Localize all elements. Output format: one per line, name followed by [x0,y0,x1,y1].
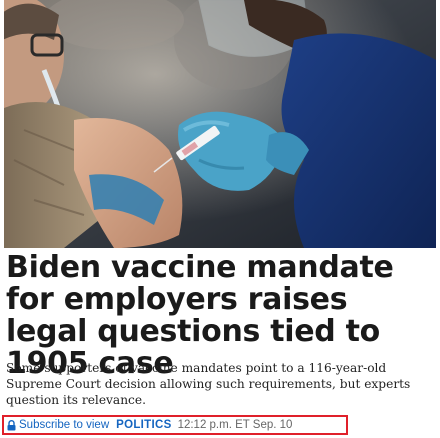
vaccination-photo [4,0,436,248]
subscribe-label: Subscribe to view [19,419,110,431]
article-image[interactable] [4,0,436,248]
article-summary: Some supporters of vaccine mandates poin… [6,361,411,407]
section-tag[interactable]: POLITICS [116,419,171,431]
article-meta-bar: Subscribe to view POLITICS 12:12 p.m. ET… [2,415,348,435]
subscribe-link[interactable]: Subscribe to view [7,419,109,431]
news-card[interactable]: Biden vaccine mandate for employers rais… [0,0,440,438]
timestamp: 12:12 p.m. ET Sep. 10 [177,419,293,431]
lock-icon [7,419,16,431]
